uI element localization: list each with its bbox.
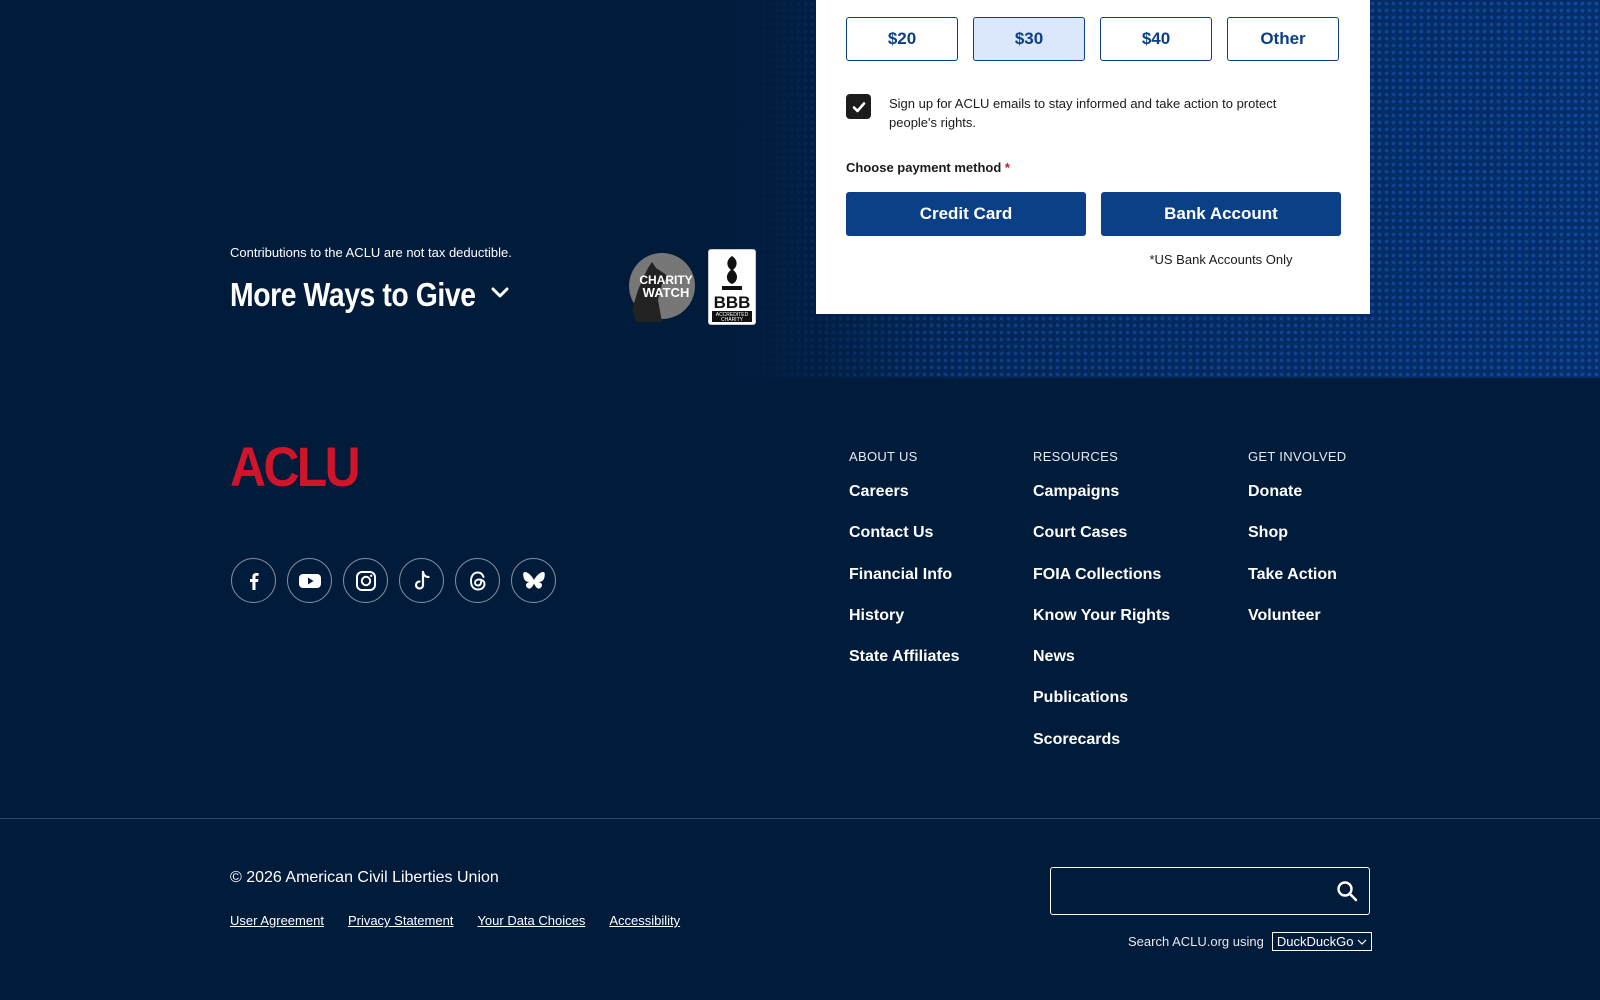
payment-method-label: Choose payment method *	[846, 160, 1010, 175]
footer-link-publications[interactable]: Publications	[1033, 688, 1170, 729]
bank-account-button[interactable]: Bank Account	[1101, 192, 1341, 236]
footer-link-careers[interactable]: Careers	[849, 482, 960, 523]
legal-link-accessibility[interactable]: Accessibility	[609, 913, 680, 928]
search-input[interactable]	[1051, 868, 1321, 913]
instagram-icon[interactable]	[343, 558, 388, 603]
search-button[interactable]	[1335, 879, 1359, 903]
footer-column-resources: RESOURCES Campaigns Court Cases FOIA Col…	[1033, 449, 1170, 771]
search-engine-select[interactable]: DuckDuckGo	[1271, 932, 1373, 951]
social-links	[231, 558, 556, 603]
bbb-text: BBB	[714, 293, 751, 312]
required-mark: *	[1004, 160, 1010, 175]
charity-watch-badge[interactable]: CHARITY WATCH	[622, 250, 696, 324]
facebook-icon[interactable]	[231, 558, 276, 603]
youtube-icon[interactable]	[287, 558, 332, 603]
site-search	[1050, 867, 1370, 915]
threads-icon[interactable]	[455, 558, 500, 603]
bbb-sub-2: CHARITY	[721, 317, 744, 323]
footer-link-contact-us[interactable]: Contact Us	[849, 523, 960, 564]
legal-link-your-data-choices[interactable]: Your Data Choices	[477, 913, 585, 928]
footer-column-heading: ABOUT US	[849, 449, 918, 464]
email-optin-label: Sign up for ACLU emails to stay informed…	[889, 96, 1277, 130]
footer-link-take-action[interactable]: Take Action	[1248, 565, 1346, 606]
footer-link-financial-info[interactable]: Financial Info	[849, 565, 960, 606]
search-engine-chooser: Search ACLU.org using DuckDuckGo	[1128, 932, 1373, 951]
email-optin: Sign up for ACLU emails to stay informed…	[846, 94, 1316, 132]
search-icon	[1337, 881, 1358, 902]
tiktok-icon[interactable]	[399, 558, 444, 603]
footer-column-heading: GET INVOLVED	[1248, 449, 1347, 464]
copyright-text: © 2026 American Civil Liberties Union	[230, 869, 499, 886]
footer-link-volunteer[interactable]: Volunteer	[1248, 606, 1346, 647]
aclu-logo[interactable]: ACLU	[230, 435, 361, 498]
footer-link-scorecards[interactable]: Scorecards	[1033, 730, 1170, 771]
legal-link-privacy-statement[interactable]: Privacy Statement	[348, 913, 454, 928]
donation-form-card: $20 $30 $40 Other Sign up for ACLU email…	[816, 0, 1370, 314]
footer-link-donate[interactable]: Donate	[1248, 482, 1346, 523]
footer-column-heading: RESOURCES	[1033, 449, 1119, 464]
footer-link-foia-collections[interactable]: FOIA Collections	[1033, 565, 1170, 606]
payment-method-options: Credit Card Bank Account	[846, 192, 1341, 236]
more-ways-title: More Ways to Give	[230, 276, 476, 313]
amount-30-button[interactable]: $30	[973, 17, 1085, 61]
footer-link-know-your-rights[interactable]: Know Your Rights	[1033, 606, 1170, 647]
legal-links: User Agreement Privacy Statement Your Da…	[230, 913, 680, 928]
footer-link-state-affiliates[interactable]: State Affiliates	[849, 647, 960, 688]
donation-section: Contributions to the ACLU are not tax de…	[0, 0, 1600, 378]
checkmark-icon	[852, 101, 865, 112]
chevron-down-icon	[1358, 939, 1367, 945]
footer-link-campaigns[interactable]: Campaigns	[1033, 482, 1170, 523]
amount-options: $20 $30 $40 Other	[846, 17, 1339, 61]
footer-link-shop[interactable]: Shop	[1248, 523, 1346, 564]
footer-divider	[0, 818, 1600, 819]
site-footer: ACLU ABOUT US Careers Contact Us Financi…	[0, 378, 1600, 818]
footer-column-get-involved: GET INVOLVED Donate Shop Take Action Vol…	[1248, 449, 1346, 647]
footer-link-court-cases[interactable]: Court Cases	[1033, 523, 1170, 564]
chevron-down-icon	[490, 286, 510, 305]
footer-link-news[interactable]: News	[1033, 647, 1170, 688]
footer-link-history[interactable]: History	[849, 606, 960, 647]
tax-deductible-note: Contributions to the ACLU are not tax de…	[230, 245, 512, 260]
payment-method-text: Choose payment method	[846, 160, 1002, 175]
legal-link-user-agreement[interactable]: User Agreement	[230, 913, 324, 928]
amount-40-button[interactable]: $40	[1100, 17, 1212, 61]
more-ways-to-give-toggle[interactable]: More Ways to Give	[230, 276, 510, 314]
credit-card-button[interactable]: Credit Card	[846, 192, 1086, 236]
search-using-label: Search ACLU.org using	[1128, 934, 1264, 949]
bank-account-note: *US Bank Accounts Only	[1149, 252, 1293, 267]
amount-other-button[interactable]: Other	[1227, 17, 1339, 61]
bbb-accredited-badge[interactable]: BBB ACCREDITED CHARITY	[708, 249, 756, 325]
amount-20-button[interactable]: $20	[846, 17, 958, 61]
footer-column-about: ABOUT US Careers Contact Us Financial In…	[849, 449, 960, 688]
charity-watch-text-2: WATCH	[643, 285, 690, 300]
bluesky-icon[interactable]	[511, 558, 556, 603]
search-engine-value: DuckDuckGo	[1276, 934, 1354, 949]
logo-text: ACLU	[230, 441, 358, 489]
email-optin-checkbox[interactable]	[846, 94, 871, 119]
